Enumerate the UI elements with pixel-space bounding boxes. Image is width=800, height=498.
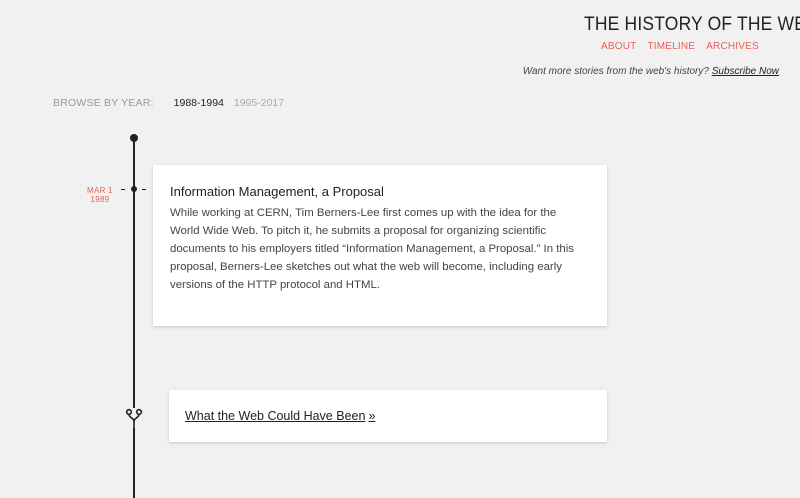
entry-body: While working at CERN, Tim Berners-Lee f… (170, 207, 574, 291)
story-link-arrow: » (368, 409, 376, 423)
story-link-card: What the Web Could Have Been» (169, 390, 607, 442)
subscribe-line: Want more stories from the web's history… (523, 66, 779, 77)
branch-icon (125, 408, 143, 429)
browse-by-year: BROWSE BY YEAR: 1988-1994 1995-2017 (53, 97, 294, 109)
story-link[interactable]: What the Web Could Have Been» (185, 409, 375, 423)
nav-archives[interactable]: ARCHIVES (706, 41, 759, 52)
timeline-line (133, 138, 135, 498)
nav-about[interactable]: ABOUT (601, 41, 636, 52)
story-link-label[interactable]: What the Web Could Have Been (185, 409, 365, 423)
subscribe-prompt: Want more stories from the web's history… (522, 66, 709, 77)
entry-date: MAR 1 1989 (78, 186, 122, 204)
browse-label: BROWSE BY YEAR: (53, 97, 154, 109)
entry-title: Information Management, a Proposal (170, 184, 384, 199)
site-title[interactable]: THE HISTORY OF THE WEB (584, 14, 800, 36)
timeline-entry-dot (131, 186, 137, 192)
year-range-1995-2017[interactable]: 1995-2017 (234, 97, 284, 109)
entry-date-month-day: MAR 1 (87, 186, 113, 195)
nav-timeline[interactable]: TIMELINE (647, 41, 695, 52)
main-nav: ABOUT TIMELINE ARCHIVES (601, 41, 759, 52)
timeline-start-dot (130, 134, 138, 142)
year-range-1988-1994[interactable]: 1988-1994 (174, 97, 224, 109)
subscribe-link[interactable]: Subscribe Now (712, 66, 779, 77)
entry-date-year: 1989 (90, 195, 110, 204)
timeline-dash-right (142, 189, 146, 190)
timeline-entry-card: Information Management, a Proposal While… (153, 165, 607, 326)
